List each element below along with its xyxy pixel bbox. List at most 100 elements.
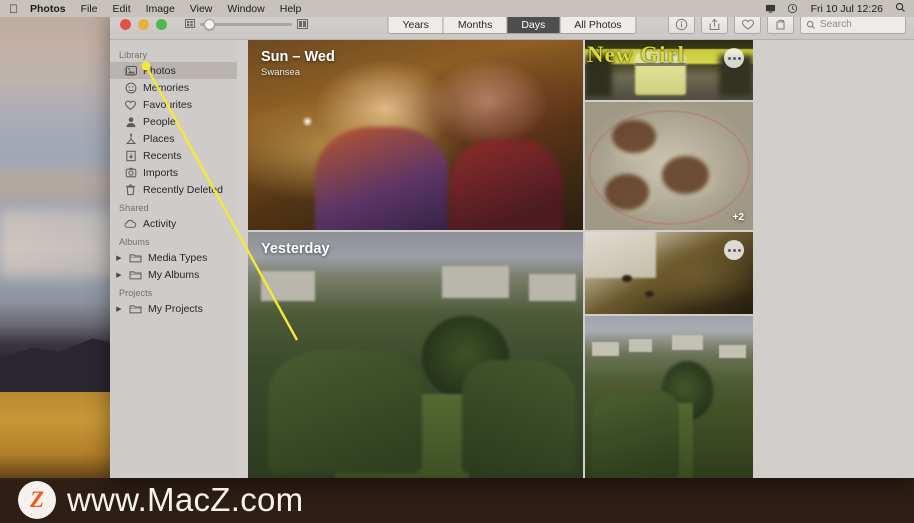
zoom-button[interactable] [156,19,167,30]
search-field[interactable]: Search [800,15,906,34]
figure-right [449,138,563,230]
sidebar-item-memories[interactable]: Memories [110,79,237,96]
heart-icon [124,99,137,111]
favorite-button[interactable] [734,15,761,34]
watermark: Z www.MacZ.com [18,477,303,523]
roof-shape [719,345,747,359]
spotlight-search-icon[interactable] [895,2,906,16]
figure-left [315,127,449,230]
pin-icon [124,133,137,145]
menu-item-image[interactable]: Image [146,3,175,15]
sidebar-item-favourites[interactable]: Favourites [110,96,237,113]
chevron-right-icon[interactable]: ▶ [115,254,123,262]
food-blob [611,119,656,154]
roof-shape [672,335,703,351]
window-traffic-lights [110,19,167,30]
chevron-right-icon[interactable]: ▶ [115,305,123,313]
view-mode-segmented-control[interactable]: Years Months Days All Photos [387,15,637,34]
photo-new-girl[interactable]: New Girl [585,40,753,100]
sidebar: Library Photos Memories Favourites Peopl… [110,40,237,478]
sidebar-item-people[interactable]: People [110,113,237,130]
heart-icon [741,19,754,30]
zoom-slider-knob[interactable] [204,19,215,30]
minimize-button[interactable] [138,19,149,30]
view-mode-all-photos[interactable]: All Photos [560,16,635,33]
hedge-row [591,390,680,478]
view-mode-days[interactable]: Days [507,16,561,33]
sidebar-item-my-projects[interactable]: ▶ My Projects [110,300,237,317]
trash-icon [124,184,137,196]
view-mode-years[interactable]: Years [388,16,444,33]
close-button[interactable] [120,19,131,30]
menu-item-view[interactable]: View [190,3,213,15]
photo-count-badge: +2 [732,212,744,223]
thumbnail-large-icon [297,18,308,31]
hedge-left [268,350,423,474]
more-options-button[interactable] [724,240,744,260]
photos-icon [124,65,137,77]
sidebar-item-my-albums[interactable]: ▶ My Albums [110,266,237,283]
menu-item-photos[interactable]: Photos [30,3,66,15]
sidebar-section-albums: Albums [119,237,150,247]
menu-bar:  Photos File Edit Image View Window Hel… [0,0,914,17]
sidebar-item-media-types[interactable]: ▶ Media Types [110,249,237,266]
sidebar-item-label: Recents [143,149,182,162]
photo-garden[interactable]: Yesterday [248,232,583,478]
memories-icon [124,82,137,94]
watermark-logo: Z [18,481,56,519]
sidebar-item-label: Photos [143,64,176,77]
chevron-right-icon[interactable]: ▶ [115,271,123,279]
lens-flare [301,116,313,127]
house-shape [529,273,577,301]
roof-shape [591,341,619,357]
sidebar-section-projects: Projects [119,288,153,298]
sidebar-item-recently-deleted[interactable]: Recently Deleted [110,181,237,198]
menu-item-window[interactable]: Window [227,3,264,15]
sidebar-section-shared: Shared [119,203,149,213]
menu-item-help[interactable]: Help [280,3,302,15]
info-icon [675,18,688,31]
share-icon [709,18,720,31]
window-body: Library Photos Memories Favourites Peopl… [110,40,914,478]
cloud-icon [124,218,137,230]
search-icon [806,20,815,29]
thumbnail-zoom-slider[interactable] [185,18,308,31]
sidebar-item-label: Memories [143,81,190,94]
sidebar-item-label: Media Types [148,251,208,264]
more-options-button[interactable] [724,48,744,68]
thumbnail-small-icon [185,19,195,30]
info-button[interactable] [668,15,695,34]
plate-shape [585,232,656,278]
recents-icon [124,150,137,162]
apple-menu-icon[interactable]:  [9,3,18,15]
sidebar-item-recents[interactable]: Recents [110,147,237,164]
sidebar-item-label: My Albums [148,268,200,281]
roof-shape [628,338,653,352]
sidebar-item-activity[interactable]: Activity [110,215,237,232]
rotate-button[interactable] [767,15,794,34]
folder-icon [129,252,142,264]
sidebar-item-label: Imports [143,166,179,179]
photo-village[interactable] [585,316,753,478]
view-mode-months[interactable]: Months [444,16,508,33]
search-placeholder: Search [820,19,852,30]
sidebar-item-imports[interactable]: Imports [110,164,237,181]
photos-window: Years Months Days All Photos Search Libr… [110,10,914,478]
share-button[interactable] [701,15,728,34]
person-icon [124,116,137,128]
display-icon[interactable] [765,3,776,14]
photo-tacos[interactable]: +2 [585,102,753,230]
house-shape [261,271,315,301]
imports-icon [124,167,137,179]
group-header-sun-wed: Sun – Wed Swansea [261,49,335,78]
sidebar-item-places[interactable]: Places [110,130,237,147]
menu-item-file[interactable]: File [81,3,98,15]
photo-movie-poster[interactable]: Sun – Wed Swansea [248,40,583,230]
siri-icon[interactable] [787,3,798,14]
menu-bar-clock[interactable]: Fri 10 Jul 12:26 [811,3,883,15]
zoom-slider-track[interactable] [200,19,292,30]
sidebar-item-photos[interactable]: Photos [110,62,237,79]
photo-pastry[interactable] [585,232,753,314]
menu-item-edit[interactable]: Edit [113,3,131,15]
grid-left-gutter [237,40,248,478]
